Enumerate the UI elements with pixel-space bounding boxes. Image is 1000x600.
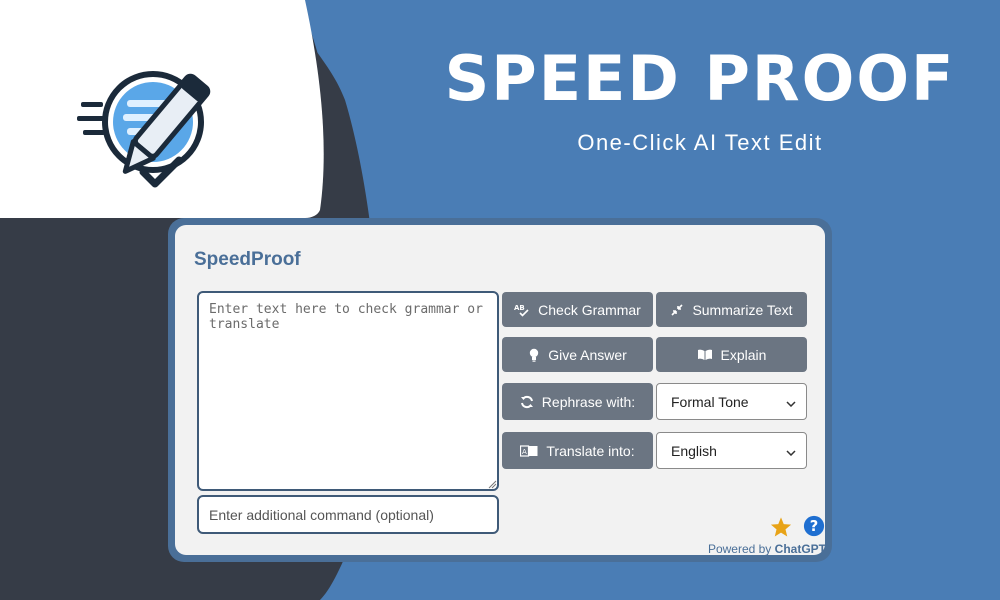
rephrase-label: Rephrase with: xyxy=(541,393,636,410)
hero-title: SPEED PROOF xyxy=(444,42,956,115)
compress-icon xyxy=(670,303,684,317)
resize-grip-icon[interactable] xyxy=(487,479,497,489)
translate-button[interactable]: A Translate into: xyxy=(502,432,653,469)
summarize-text-label: Summarize Text xyxy=(692,301,793,318)
translate-label: Translate into: xyxy=(546,442,635,459)
popup-body: SpeedProof AB Check Grammar Summarize Te… xyxy=(175,225,826,556)
sync-icon xyxy=(520,395,534,409)
ab-spellcheck-icon: AB xyxy=(514,303,530,317)
check-grammar-label: Check Grammar xyxy=(538,301,641,318)
lightbulb-icon xyxy=(528,348,540,362)
explain-button[interactable]: Explain xyxy=(656,337,807,372)
tone-select[interactable]: Formal Tone xyxy=(656,383,807,420)
give-answer-button[interactable]: Give Answer xyxy=(502,337,653,372)
give-answer-label: Give Answer xyxy=(548,346,627,363)
additional-command-input[interactable] xyxy=(197,495,499,534)
chevron-down-icon xyxy=(786,443,796,459)
svg-text:A: A xyxy=(522,448,527,456)
language-select[interactable]: English xyxy=(656,432,807,469)
chevron-down-icon xyxy=(786,394,796,410)
extension-popup: SpeedProof AB Check Grammar Summarize Te… xyxy=(168,218,832,562)
tone-select-value: Formal Tone xyxy=(671,393,749,410)
open-book-icon xyxy=(697,349,713,361)
summarize-text-button[interactable]: Summarize Text xyxy=(656,292,807,327)
svg-text:AB: AB xyxy=(514,304,525,312)
hero-subtitle: One-Click AI Text Edit xyxy=(577,130,823,155)
powered-by-brand[interactable]: ChatGPT xyxy=(775,542,826,556)
main-text-input[interactable] xyxy=(197,291,499,491)
language-select-value: English xyxy=(671,442,717,459)
help-icon[interactable]: ? xyxy=(803,515,825,537)
app-title: SpeedProof xyxy=(194,249,301,270)
rephrase-button[interactable]: Rephrase with: xyxy=(502,383,653,420)
powered-by-prefix: Powered by xyxy=(707,542,772,556)
star-icon[interactable] xyxy=(770,516,792,538)
check-grammar-button[interactable]: AB Check Grammar xyxy=(502,292,653,327)
translate-icon: A xyxy=(520,444,538,457)
powered-by: Powered by ChatGPT xyxy=(702,542,826,556)
explain-label: Explain xyxy=(720,346,767,363)
svg-text:?: ? xyxy=(810,518,819,535)
pencil-logo-icon xyxy=(77,71,211,188)
